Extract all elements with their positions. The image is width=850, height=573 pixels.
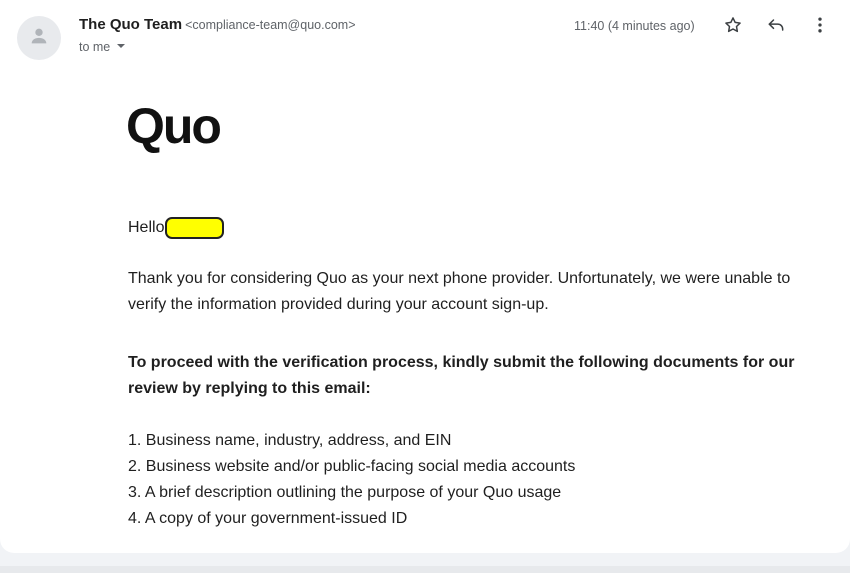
list-item: 2. Business website and/or public-facing… bbox=[128, 458, 576, 475]
intro-paragraph: Thank you for considering Quo as your ne… bbox=[128, 270, 791, 313]
sender-avatar[interactable] bbox=[17, 16, 61, 60]
email-timestamp: 11:40 (4 minutes ago) bbox=[574, 19, 695, 33]
recipient-toggle[interactable]: to me bbox=[79, 40, 126, 54]
sender-name[interactable]: The Quo Team bbox=[79, 16, 182, 33]
reply-button[interactable] bbox=[762, 13, 790, 41]
greeting: Hello bbox=[128, 217, 225, 239]
greeting-text: Hello bbox=[128, 219, 165, 236]
instruction-paragraph: To proceed with the verification process… bbox=[128, 354, 795, 397]
footer-divider bbox=[0, 566, 850, 573]
sender-line: The Quo Team <compliance-team@quo.com> bbox=[79, 16, 356, 33]
more-vert-icon bbox=[810, 15, 830, 40]
requirements-list: 1. Business name, industry, address, and… bbox=[128, 428, 808, 532]
more-options-button[interactable] bbox=[806, 13, 834, 41]
person-icon bbox=[28, 25, 50, 52]
redacted-name bbox=[165, 217, 225, 239]
star-button[interactable] bbox=[719, 13, 747, 41]
list-item: 4. A copy of your government-issued ID bbox=[128, 510, 408, 527]
star-outline-icon bbox=[723, 15, 743, 40]
sender-email: <compliance-team@quo.com> bbox=[185, 18, 356, 32]
email-header: The Quo Team <compliance-team@quo.com> to… bbox=[0, 0, 850, 66]
quo-logo: Quo bbox=[126, 98, 222, 154]
list-item: 1. Business name, industry, address, and… bbox=[128, 432, 452, 449]
recipient-label: to me bbox=[79, 40, 111, 54]
reply-icon bbox=[766, 15, 786, 40]
caret-down-icon bbox=[116, 40, 126, 54]
list-item: 3. A brief description outlining the pur… bbox=[128, 484, 562, 501]
email-card: The Quo Team <compliance-team@quo.com> to… bbox=[0, 0, 850, 553]
